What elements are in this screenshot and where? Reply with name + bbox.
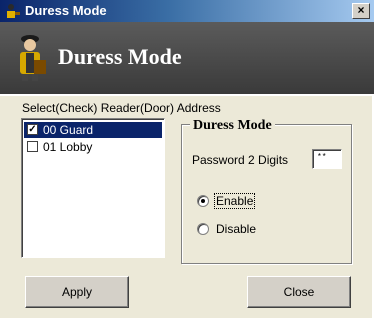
user-key-icon [20, 35, 46, 81]
list-item-label: 00 Guard [43, 123, 94, 137]
window-title: Duress Mode [25, 3, 107, 18]
disable-radio-circle[interactable] [197, 223, 209, 235]
reader-address-label: Select(Check) Reader(Door) Address [22, 101, 221, 115]
close-window-button[interactable]: × [352, 3, 370, 19]
header-banner: Duress Mode [0, 22, 374, 94]
password-field[interactable]: ** [312, 149, 342, 169]
list-item-label: 01 Lobby [43, 140, 93, 154]
duress-mode-group [181, 124, 352, 264]
title-bar[interactable]: Duress Mode × [0, 0, 374, 22]
disable-radio-label: Disable [216, 222, 257, 236]
close-button[interactable]: Close [247, 276, 351, 308]
checkbox-01-lobby[interactable] [27, 141, 38, 152]
banner-title: Duress Mode [58, 44, 182, 69]
apply-button[interactable]: Apply [25, 276, 129, 308]
list-item-00-guard[interactable]: ✓ 00 Guard [24, 122, 162, 138]
user-key-icon [7, 4, 20, 18]
duress-mode-window: Duress Mode × Duress Mode Select(Check) … [0, 0, 374, 318]
header-divider [0, 94, 374, 96]
list-item-01-lobby[interactable]: 01 Lobby [24, 139, 162, 155]
checkbox-00-guard[interactable]: ✓ [27, 124, 38, 135]
duress-mode-legend: Duress Mode [190, 118, 275, 134]
enable-radio-circle[interactable] [197, 195, 209, 207]
reader-list[interactable]: ✓ 00 Guard 01 Lobby [21, 118, 165, 258]
password-label: Password 2 Digits [192, 153, 289, 167]
enable-radio-label: Enable [214, 193, 256, 209]
